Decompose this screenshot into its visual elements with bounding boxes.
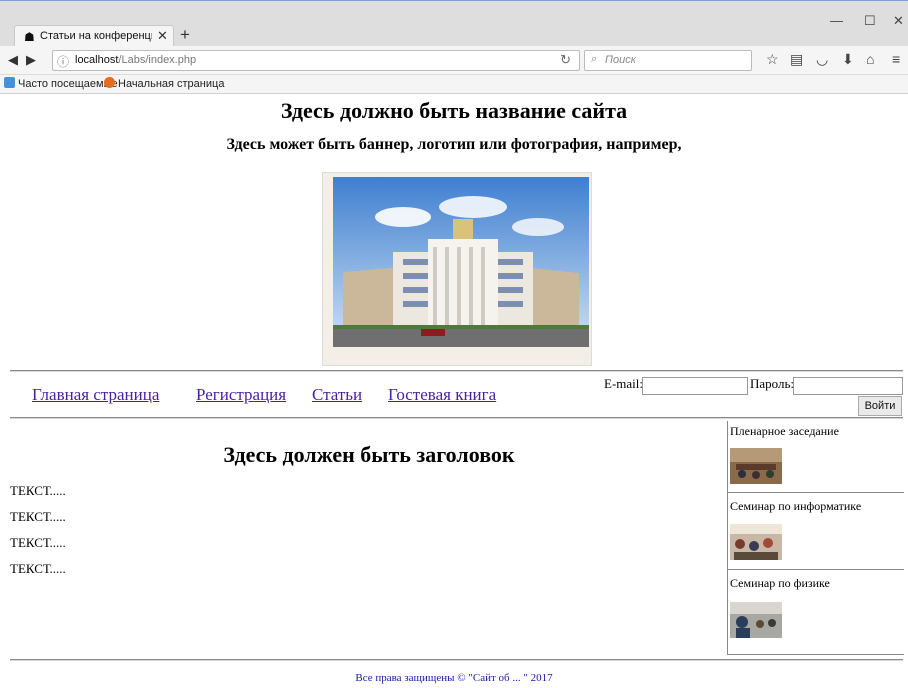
footer-divider xyxy=(10,659,903,661)
informatics-seminar-photo[interactable] xyxy=(730,524,782,560)
browser-navbar: ◀ ▶ ⓘ localhost/Labs/index.php ↻ ⌕ Поиск… xyxy=(0,46,908,75)
close-window-icon[interactable]: ✕ xyxy=(893,13,904,29)
url-path: /Labs/index.php xyxy=(118,54,197,66)
physics-seminar-photo[interactable] xyxy=(730,602,782,638)
menu-link-home[interactable]: Главная страница xyxy=(32,385,159,405)
footer-copyright: Все права защищены © "Сайт об ... " 2017 xyxy=(355,672,553,684)
search-bar[interactable]: ⌕ Поиск xyxy=(584,50,752,71)
search-placeholder: Поиск xyxy=(605,54,636,66)
site-title: Здесь должно быть название сайта xyxy=(280,98,628,123)
downloads-icon[interactable]: ⬇ xyxy=(842,51,854,68)
maximize-icon[interactable]: ☐ xyxy=(864,13,876,29)
menu-icon[interactable]: ≡ xyxy=(892,51,900,67)
reload-icon[interactable]: ↻ xyxy=(560,52,571,68)
back-icon[interactable]: ◀ xyxy=(8,52,18,68)
sidebar-separator xyxy=(728,492,904,493)
sidebar: Пленарное заседание Семинар по информати… xyxy=(727,421,904,655)
email-field[interactable] xyxy=(642,377,748,395)
menu-link-registration[interactable]: Регистрация xyxy=(196,385,286,405)
forward-icon[interactable]: ▶ xyxy=(26,52,36,68)
header-divider xyxy=(10,370,903,372)
search-icon: ⌕ xyxy=(591,53,598,65)
text-line: ТЕКСТ..... xyxy=(10,483,66,498)
pocket-icon[interactable]: ◡ xyxy=(816,51,828,68)
content-title: Здесь должен быть заголовок xyxy=(223,442,515,467)
bookmark-label: Часто посещаемые xyxy=(18,78,118,90)
text-line: ТЕКСТ..... xyxy=(10,509,66,524)
menu-divider xyxy=(10,417,903,419)
firefox-icon xyxy=(104,77,115,88)
tab-favicon-icon: ☗ xyxy=(24,30,35,44)
minimize-icon[interactable]: — xyxy=(830,13,843,28)
sidebar-separator xyxy=(728,569,904,570)
email-label: E-mail: xyxy=(604,376,643,391)
address-bar[interactable]: ⓘ localhost/Labs/index.php ↻ xyxy=(52,50,580,71)
home-icon[interactable]: ⌂ xyxy=(866,51,874,67)
text-line: ТЕКСТ..... xyxy=(10,535,66,550)
text-line: ТЕКСТ..... xyxy=(10,561,66,576)
password-label: Пароль: xyxy=(750,376,795,391)
menu-link-guestbook[interactable]: Гостевая книга xyxy=(388,385,496,405)
login-button[interactable]: Войти xyxy=(858,396,902,416)
url-host: localhost xyxy=(75,54,119,66)
sidebar-caption-physics: Семинар по физике xyxy=(730,576,830,590)
bookmark-start-page[interactable]: Начальная страница xyxy=(104,77,224,90)
bookmark-label: Начальная страница xyxy=(118,78,225,90)
reading-list-icon[interactable]: ▤ xyxy=(790,51,803,68)
bookmark-folder-icon xyxy=(4,77,15,88)
menu-link-articles[interactable]: Статьи xyxy=(312,385,362,405)
bookmark-most-visited[interactable]: Часто посещаемые xyxy=(4,77,118,90)
tab-close-icon[interactable]: ✕ xyxy=(157,28,168,44)
sidebar-caption-informatics: Семинар по информатике xyxy=(730,499,862,513)
banner-text: Здесь может быть баннер, логотип или фот… xyxy=(226,136,682,153)
tab-title: Статьи на конференцию М xyxy=(40,30,152,42)
bookmarks-toolbar: Часто посещаемые Начальная страница xyxy=(0,75,908,94)
banner-photo xyxy=(322,172,592,366)
password-field[interactable] xyxy=(793,377,903,395)
browser-tabstrip: ☗ Статьи на конференцию М ✕ + — ☐ ✕ xyxy=(0,0,908,48)
browser-tab[interactable]: ☗ Статьи на конференцию М ✕ xyxy=(14,25,174,48)
sidebar-caption-plenary: Пленарное заседание xyxy=(730,424,839,438)
bookmark-star-icon[interactable]: ☆ xyxy=(766,51,779,68)
plenary-session-photo[interactable] xyxy=(730,448,782,484)
info-icon: ⓘ xyxy=(57,55,70,69)
address-url: localhost/Labs/index.php xyxy=(75,54,196,66)
web-page: Здесь должно быть название сайта Здесь м… xyxy=(0,94,908,688)
new-tab-icon[interactable]: + xyxy=(180,25,190,45)
